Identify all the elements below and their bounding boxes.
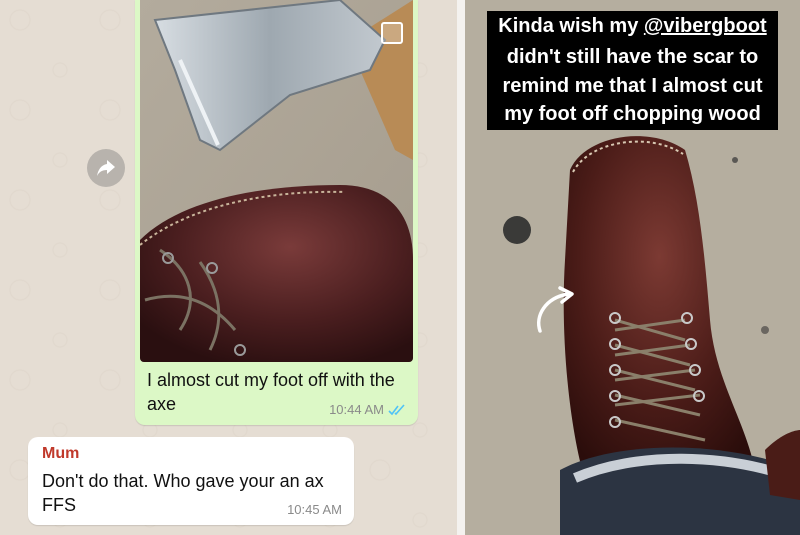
sender-name: Mum xyxy=(42,445,80,462)
outgoing-message-meta: 10:44 AM xyxy=(329,402,406,417)
caption-line-2: didn't still have the scar to xyxy=(487,42,778,73)
caption-line-4: my foot off chopping wood xyxy=(487,99,778,130)
story-panel: Kinda wish my @vibergboot didn't still h… xyxy=(465,0,800,535)
caption-text-1: Kinda wish my xyxy=(498,15,644,37)
outgoing-message-bubble[interactable]: I almost cut my foot off with the axe 10… xyxy=(135,0,418,425)
photo-illustration xyxy=(140,0,413,362)
mention-link[interactable]: @vibergboot xyxy=(644,15,767,37)
panel-divider xyxy=(457,0,465,535)
caption-line-3: remind me that I almost cut xyxy=(487,71,778,102)
checkbox-icon[interactable] xyxy=(381,22,403,44)
whatsapp-chat-panel: I almost cut my foot off with the axe 10… xyxy=(0,0,457,535)
double-check-icon xyxy=(388,403,405,415)
caption-line-1: Kinda wish my @vibergboot xyxy=(487,11,778,42)
incoming-message-bubble[interactable]: Mum Don't do that. Who gave your an ax F… xyxy=(28,437,354,525)
outgoing-message-time: 10:44 AM xyxy=(329,402,384,417)
arrow-annotation-icon xyxy=(537,286,574,333)
forward-button[interactable] xyxy=(87,149,125,187)
incoming-message-time: 10:45 AM xyxy=(287,502,342,517)
forward-arrow-icon xyxy=(97,160,115,176)
boot-and-axe-photo[interactable] xyxy=(140,0,413,362)
